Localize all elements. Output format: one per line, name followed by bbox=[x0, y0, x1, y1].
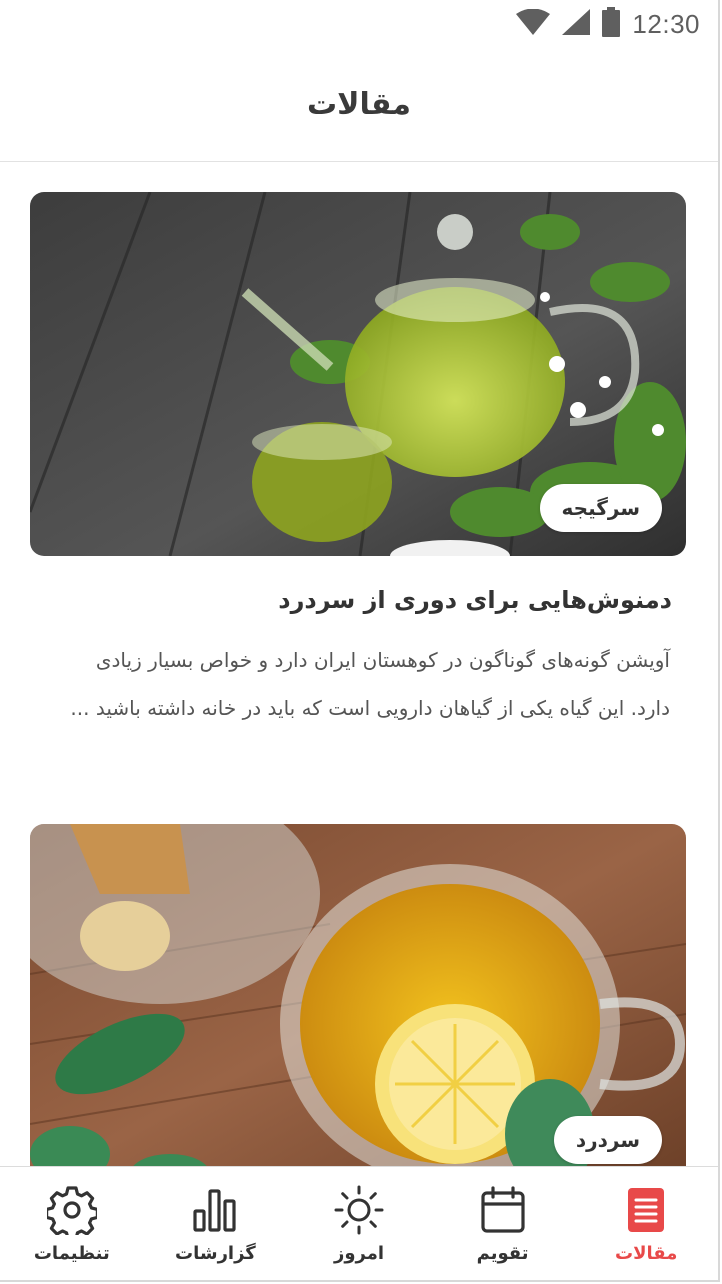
article-card[interactable]: سرگیجه دمنوش‌هایی برای دوری از سردرد آوی… bbox=[30, 192, 686, 732]
sun-icon bbox=[334, 1183, 384, 1237]
article-tag[interactable]: سردرد bbox=[553, 1116, 662, 1164]
bar-chart-icon bbox=[192, 1183, 238, 1237]
article-excerpt: آویشن گونه‌های گوناگون در کوهستان ایران … bbox=[70, 648, 670, 720]
status-time: 12:30 bbox=[632, 8, 700, 39]
cell-signal-icon bbox=[562, 9, 591, 39]
status-bar: 12:30 bbox=[0, 0, 718, 48]
article-image[interactable]: سرگیجه bbox=[30, 192, 686, 556]
nav-label: امروز bbox=[333, 1243, 385, 1264]
app-screen: 12:30 مقالات bbox=[0, 0, 720, 1282]
app-header: مقالات bbox=[0, 48, 718, 162]
nav-item-calendar[interactable]: تقویم bbox=[433, 1183, 573, 1264]
nav-label: مقالات bbox=[614, 1243, 678, 1264]
gear-icon bbox=[46, 1183, 97, 1237]
nav-item-today[interactable]: امروز bbox=[289, 1183, 429, 1264]
lemon-ginger-tea-cup-image bbox=[30, 824, 686, 1166]
article-tag[interactable]: سرگیجه bbox=[539, 484, 662, 532]
article-card[interactable]: سردرد bbox=[30, 824, 686, 1166]
wifi-icon bbox=[516, 8, 551, 39]
nav-item-reports[interactable]: گزارشات bbox=[145, 1183, 285, 1264]
document-icon bbox=[627, 1183, 665, 1237]
nav-label: گزارشات bbox=[175, 1243, 256, 1264]
article-title[interactable]: دمنوش‌هایی برای دوری از سردرد bbox=[30, 586, 686, 614]
calendar-icon bbox=[480, 1183, 526, 1237]
bottom-navigation: تنظیمات گزارشات امروز تقویم مقالات bbox=[0, 1166, 718, 1280]
nav-item-articles[interactable]: مقالات bbox=[576, 1183, 716, 1264]
nav-label: تنظیمات bbox=[33, 1243, 110, 1264]
nav-item-settings[interactable]: تنظیمات bbox=[2, 1183, 142, 1264]
article-image[interactable]: سردرد bbox=[30, 824, 686, 1166]
articles-list[interactable]: سرگیجه دمنوش‌هایی برای دوری از سردرد آوی… bbox=[0, 162, 718, 1166]
nav-label: تقویم bbox=[476, 1243, 529, 1264]
battery-icon bbox=[602, 7, 621, 41]
page-title: مقالات bbox=[307, 87, 411, 122]
